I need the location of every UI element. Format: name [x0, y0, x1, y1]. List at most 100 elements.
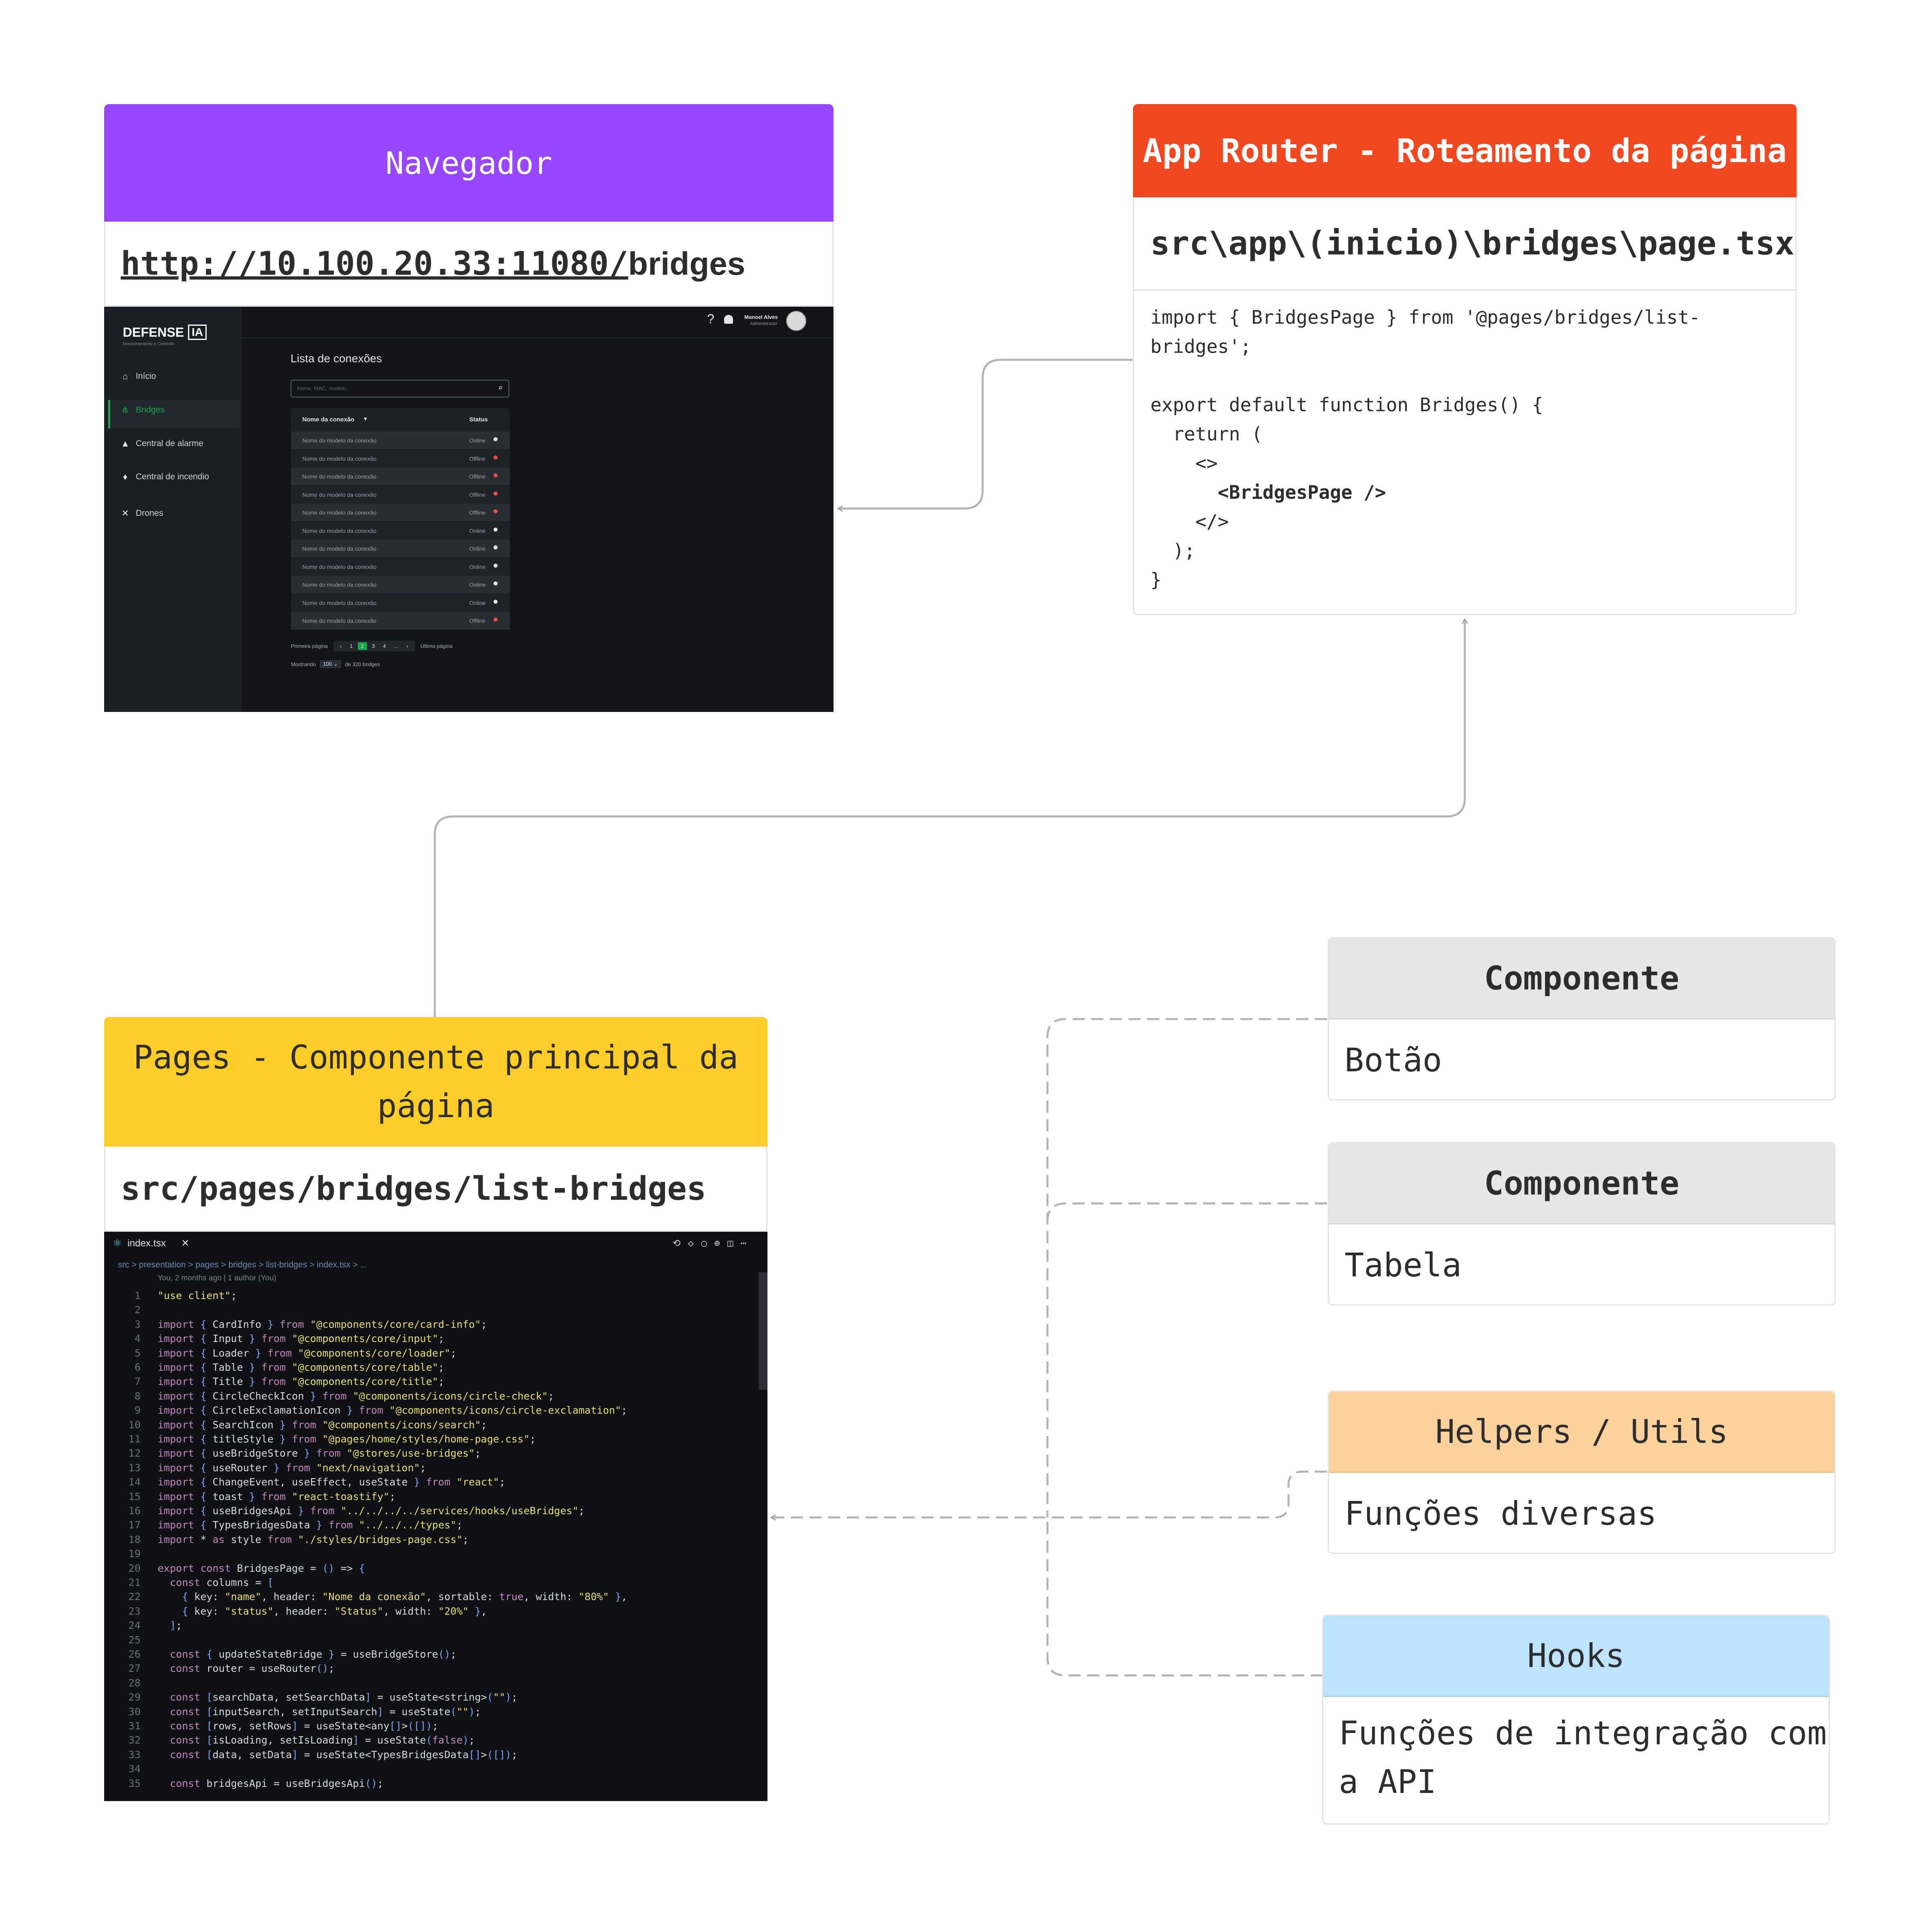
code-line: 1 "use client"; [104, 1289, 752, 1303]
line-number: 15 [128, 1490, 141, 1502]
avatar[interactable] [786, 311, 806, 331]
browser-url-path: bridges [628, 245, 746, 282]
git-icon[interactable]: ○ [701, 1237, 714, 1249]
code-line: 22 { key: "name", header: "Nome da conex… [104, 1590, 752, 1604]
pages-card: Pages - Componente principal da página s… [104, 1017, 767, 1801]
code-line: 28 [104, 1676, 752, 1690]
line-number: 11 [128, 1433, 141, 1445]
helpers-card-body: Funções diversas [1344, 1473, 1657, 1554]
app-logo: DEFENSE IA [123, 325, 207, 340]
notification-bell-icon[interactable] [724, 315, 733, 324]
close-icon[interactable]: ✕ [181, 1237, 189, 1249]
showing-label: Mostrando [291, 661, 316, 667]
table-row[interactable]: Nome do modelo da conexão Offline [291, 449, 510, 468]
more-icon[interactable]: ⋯ [741, 1237, 754, 1249]
table-row[interactable]: Nome do modelo da conexão Offline [291, 504, 510, 521]
table-row[interactable]: Nome do modelo da conexão Online [291, 432, 510, 449]
code-line: 25 [104, 1633, 752, 1647]
page-button[interactable]: ‹ [337, 642, 345, 650]
table-row[interactable]: Nome do modelo da conexão Offline [291, 612, 510, 630]
page-button[interactable]: 4 [380, 642, 389, 650]
column-header-name[interactable]: Nome da conexão [302, 416, 354, 423]
page-size-row: Mostrando 100 ⌄ de 320 bridges [291, 660, 380, 668]
page-button[interactable]: 3 [369, 642, 378, 650]
row-status: Online [469, 527, 486, 534]
editor-scrollbar[interactable] [759, 1272, 767, 1390]
code-text: { key: "status", header: "Status", width… [182, 1605, 487, 1617]
code-line: 11 import { titleStyle } from "@pages/hom… [104, 1432, 752, 1447]
split-editor-icon[interactable]: ◫ [727, 1237, 740, 1249]
code-line: 7 import { Title } from "@components/core… [104, 1374, 752, 1389]
line-number: 3 [134, 1318, 141, 1330]
pages-card-title-line2: página [377, 1087, 494, 1125]
status-dot [494, 491, 498, 496]
line-number: 6 [134, 1361, 141, 1373]
sort-icon[interactable]: ▼ [364, 416, 367, 422]
router-card-header: App Router - Roteamento da página [1133, 104, 1797, 197]
table-row[interactable]: Nome do modelo da conexão Online [291, 594, 510, 612]
table-row[interactable]: Nome do modelo da conexão Online [291, 558, 510, 576]
row-status: Offline [469, 473, 486, 480]
table-row[interactable]: Nome do modelo da conexão Online [291, 521, 510, 540]
status-dot [494, 455, 498, 459]
page-button[interactable]: 2 [357, 642, 367, 650]
page-button[interactable]: 1 [346, 642, 356, 650]
sidebar-item-central-incendio[interactable]: ♦ Central de incendio [120, 472, 209, 482]
code-text: const [inputSearch, setInputSearch] = us… [170, 1705, 481, 1718]
line-number: 26 [128, 1648, 141, 1660]
sidebar-item-drones[interactable]: ✕ Drones [120, 508, 163, 518]
browser-url-row: http://10.100.20.33:11080/bridges [104, 222, 833, 307]
code-line: 14 import { ChangeEvent, useEffect, useSt… [104, 1475, 752, 1489]
table-row[interactable]: Nome do modelo da conexão Online [291, 576, 510, 594]
app-logo-text: DEFENSE [123, 325, 184, 340]
sidebar-item-inicio[interactable]: ⌂ Início [120, 371, 156, 381]
page-buttons: ‹ 1 2 3 4... › [333, 641, 415, 652]
editor-tab[interactable]: ⚛ index.tsx ✕ [113, 1237, 189, 1249]
copilot-icon[interactable]: ⊕ [714, 1237, 727, 1249]
pages-card-title-line1: Pages - Componente principal da [133, 1038, 739, 1076]
row-connection-name: Nome do modelo da conexão [302, 545, 376, 552]
user-name: Manoel Alves [744, 314, 778, 320]
line-number: 24 [128, 1620, 141, 1632]
row-connection-name: Nome do modelo da conexão [302, 563, 376, 570]
code-text: import { ChangeEvent, useEffect, useStat… [158, 1476, 506, 1488]
code-line: 17 import { TypesBridgesData } from "../.… [104, 1518, 752, 1532]
page-size-select[interactable]: 100 ⌄ [320, 660, 341, 668]
sidebar-item-label: Bridges [136, 405, 165, 415]
table-row[interactable]: Nome do modelo da conexão Offline [291, 485, 510, 504]
drone-icon: ✕ [121, 508, 129, 518]
component-card-body: Botão [1344, 1019, 1442, 1100]
code-line: 34 [104, 1762, 752, 1776]
app-logo-badge: IA [188, 325, 207, 340]
status-dot [494, 599, 498, 604]
router-code-line: } [1150, 569, 1162, 591]
sidebar-item-central-alarme[interactable]: ▲ Central de alarme [120, 438, 203, 449]
code-line: 3 import { CardInfo } from "@components/c… [104, 1317, 752, 1332]
editor-blame: You, 2 months ago | 1 author (You) [158, 1274, 276, 1282]
page-button[interactable]: › [403, 642, 411, 650]
table-row[interactable]: Nome do modelo da conexão Offline [291, 468, 510, 485]
page-button[interactable]: ... [391, 642, 402, 650]
search-input[interactable]: Nome, MAC, modelo.. ⌕ [291, 380, 509, 397]
pages-dir-path: src/pages/bridges/list-bridges [121, 1170, 706, 1207]
code-text: const columns = [ [170, 1577, 274, 1588]
diff-icon[interactable]: ◇ [688, 1237, 701, 1249]
code-text: import { Title } from "@components/core/… [158, 1376, 445, 1388]
code-line: 35 const bridgesApi = useBridgesApi(); [104, 1776, 752, 1791]
history-icon[interactable]: ⟲ [673, 1237, 688, 1249]
page-title: Lista de conexões [291, 352, 382, 365]
table-row[interactable]: Nome do modelo da conexão Online [291, 540, 510, 558]
line-number: 5 [134, 1347, 141, 1359]
browser-url-link[interactable]: http://10.100.20.33:11080/ [121, 245, 628, 282]
connector-router-to-browser [839, 359, 1133, 509]
help-icon[interactable]: ? [707, 312, 714, 327]
last-page-link[interactable]: Última página [421, 643, 453, 649]
code-line: 8 import { CircleCheckIcon } from "@compo… [104, 1389, 752, 1404]
router-card-title: App Router - Roteamento da página [1143, 132, 1787, 170]
hooks-card-description-line1: Funções de integração com [1339, 1714, 1827, 1752]
code-text: const { updateStateBridge } = useBridgeS… [170, 1648, 457, 1660]
first-page-link[interactable]: Primeira página [291, 643, 328, 649]
code-line: 24 ]; [104, 1618, 752, 1633]
sidebar-item-bridges[interactable]: ⋔ Bridges [120, 405, 165, 415]
component-card-header: Componente [1329, 1143, 1834, 1224]
